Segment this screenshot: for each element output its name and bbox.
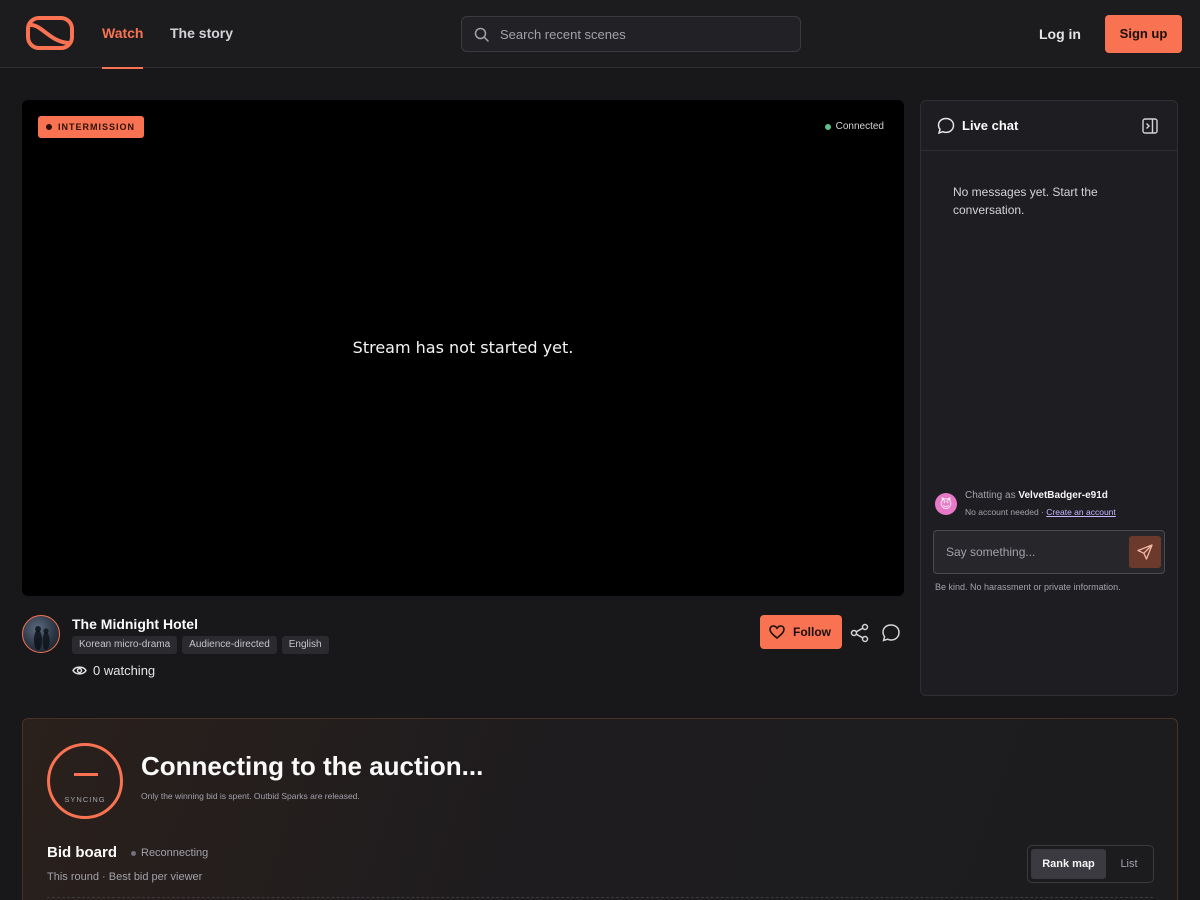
search-bar	[461, 16, 801, 52]
connection-status: Connected	[824, 120, 884, 134]
sync-indicator: SYNCING	[47, 743, 123, 819]
stream-status-message: Stream has not started yet.	[352, 338, 574, 357]
chat-rules: Be kind. No harassment or private inform…	[935, 582, 1121, 592]
tab-watch[interactable]: Watch	[102, 0, 144, 69]
auction-title: Connecting to the auction...	[141, 751, 484, 781]
chatting-as-label: Chatting as	[965, 490, 1016, 501]
follow-button[interactable]: Follow	[760, 615, 842, 649]
user-avatar-icon: 😈	[935, 493, 957, 515]
top-header: Watch The story Log in Sign up	[0, 0, 1200, 69]
create-account-link[interactable]: Create an account	[1046, 507, 1115, 517]
channel-avatar[interactable]	[22, 615, 60, 653]
chat-bubble-icon	[937, 117, 955, 135]
chatting-as: Chatting as VelvetBadger-e91d	[965, 490, 1108, 501]
chat-message-input[interactable]	[946, 531, 1122, 573]
bid-board-subtitle: This round · Best bid per viewer	[47, 871, 203, 883]
login-button[interactable]: Log in	[1030, 16, 1090, 52]
auction-panel: SYNCING Connecting to the auction... Onl…	[22, 718, 1178, 900]
bid-view-toggle: Rank map List	[1027, 845, 1154, 883]
no-account-note: No account needed · Create an account	[965, 507, 1116, 517]
live-chat-panel: Live chat No messages yet. Start the con…	[920, 100, 1178, 696]
share-icon[interactable]	[849, 622, 871, 644]
chat-composer	[933, 530, 1165, 574]
channel-title[interactable]: The Midnight Hotel	[72, 616, 198, 632]
signup-button[interactable]: Sign up	[1105, 15, 1182, 53]
list-option[interactable]: List	[1108, 849, 1150, 879]
auction-subtitle: Only the winning bid is spent. Outbid Sp…	[141, 791, 360, 801]
channel-avatar-image	[34, 626, 50, 650]
chat-username: VelvetBadger-e91d	[1018, 490, 1108, 501]
bid-board-divider	[47, 897, 1153, 898]
send-button[interactable]	[1129, 536, 1161, 568]
tag[interactable]: Korean micro-drama	[72, 636, 178, 654]
follow-label: Follow	[793, 625, 831, 639]
tag[interactable]: English	[281, 636, 329, 654]
logo-icon[interactable]	[26, 16, 74, 50]
no-account-text: No account needed ·	[965, 507, 1044, 517]
eye-icon	[72, 666, 87, 675]
bid-board-status: Reconnecting	[131, 847, 208, 860]
chat-header: Live chat	[921, 101, 1177, 151]
chat-title: Live chat	[962, 118, 1019, 133]
tag[interactable]: Audience-directed	[182, 636, 277, 654]
chat-empty-message: No messages yet. Start the conversation.	[953, 185, 1098, 217]
intermission-badge: INTERMISSION	[38, 116, 145, 138]
video-player[interactable]: INTERMISSION Connected Stream has not st…	[22, 100, 904, 596]
tab-the-story[interactable]: The story	[170, 0, 233, 68]
rank-map-option[interactable]: Rank map	[1031, 849, 1106, 879]
heart-icon	[769, 625, 785, 639]
panel-collapse-icon[interactable]	[1141, 117, 1159, 135]
search-icon	[474, 27, 489, 42]
channel-tags: Korean micro-drama Audience-directed Eng…	[72, 636, 329, 654]
send-icon	[1137, 544, 1153, 560]
comment-icon[interactable]	[880, 622, 902, 644]
sync-label: SYNCING	[64, 795, 106, 804]
search-input[interactable]	[500, 17, 790, 51]
viewer-count-label: 0 watching	[93, 663, 156, 678]
bid-board-title: Bid board	[47, 844, 117, 861]
sync-dash-icon	[74, 773, 98, 776]
